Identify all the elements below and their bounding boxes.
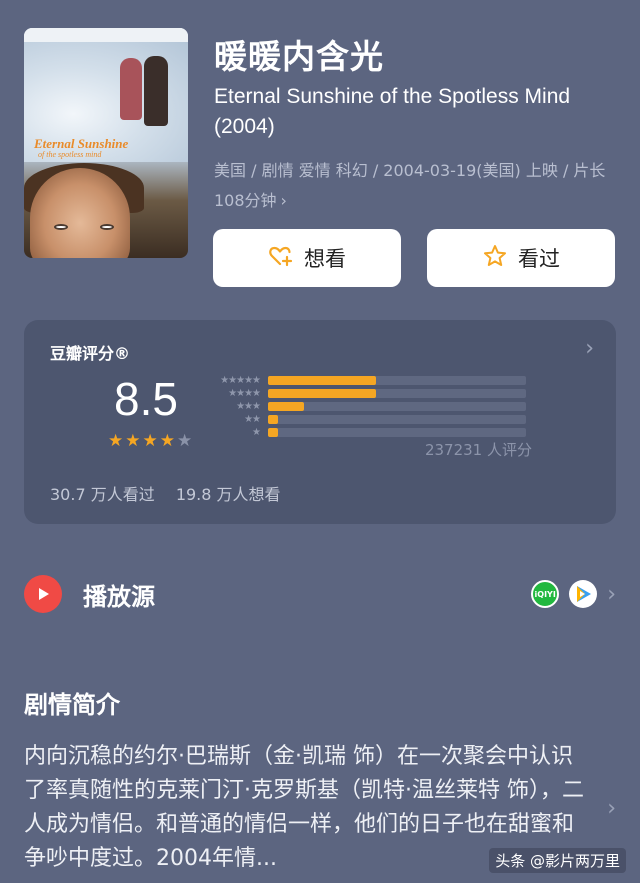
chevron-right-icon[interactable]: › <box>607 796 616 821</box>
play-source-row[interactable]: 播放源 iQIYI › <box>24 572 616 616</box>
rating-bar-track <box>268 376 526 385</box>
chevron-right-icon: › <box>280 191 287 210</box>
poster-subtitle: of the spotless mind <box>38 150 102 159</box>
movie-meta-text: 美国 / 剧情 爱情 科幻 / 2004-03-19(美国) 上映 / 片长10… <box>214 161 606 210</box>
rating-bar-track <box>268 402 526 411</box>
want-to-watch-button[interactable]: 想看 <box>213 229 401 287</box>
rating-row-stars: ★ <box>252 427 261 438</box>
play-sources: iQIYI <box>531 580 598 608</box>
star-icon <box>482 243 508 274</box>
iqiyi-icon[interactable]: iQIYI <box>531 580 560 608</box>
rating-distribution-row: ★ <box>210 426 526 439</box>
rating-row-stars: ★★ <box>244 414 261 425</box>
rating-score: 8.5 <box>114 373 178 425</box>
rating-bar-fill <box>268 376 377 385</box>
rating-distribution-row: ★★★★ <box>210 387 526 400</box>
rating-stats: 30.7 万人看过 19.8 万人想看 <box>50 481 281 505</box>
movie-meta[interactable]: 美国 / 剧情 爱情 科幻 / 2004-03-19(美国) 上映 / 片长10… <box>214 156 624 216</box>
star-filled-icon: ★ <box>159 431 175 451</box>
star-filled-icon: ★ <box>142 431 158 451</box>
play-icon <box>24 575 62 613</box>
rating-distribution-row: ★★★ <box>210 400 526 413</box>
rating-stars: ★ ★ ★ ★ ★ <box>108 431 192 451</box>
poster-face <box>30 168 130 258</box>
star-filled-icon: ★ <box>125 431 141 451</box>
rating-header: 豆瓣评分® <box>50 344 131 363</box>
chevron-right-icon: › <box>607 581 616 607</box>
watched-button[interactable]: 看过 <box>427 229 615 287</box>
watermark: 头条 @影片两万里 <box>489 848 626 873</box>
poster-figure <box>120 58 142 120</box>
rating-row-stars: ★★★ <box>236 401 261 412</box>
chevron-right-icon[interactable]: › <box>585 336 594 361</box>
rating-row-stars: ★★★★★ <box>220 375 261 386</box>
rating-bar-track <box>268 389 526 398</box>
poster-credits-strip <box>24 28 188 42</box>
tencent-video-icon[interactable] <box>569 580 598 608</box>
movie-title-cn: 暖暖内含光 <box>214 37 384 76</box>
star-filled-icon: ★ <box>108 431 124 451</box>
rating-distribution-row: ★★★★★ <box>210 374 526 387</box>
movie-poster[interactable]: Eternal Sunshine of the spotless mind <box>24 28 188 258</box>
rating-bar-fill <box>268 428 279 437</box>
rating-bar-track <box>268 428 526 437</box>
rating-count: 237231 人评分 <box>424 441 532 459</box>
watched-count: 30.7 万人看过 <box>50 485 155 504</box>
wish-count: 19.8 万人想看 <box>175 485 281 504</box>
want-to-watch-label: 想看 <box>304 247 346 271</box>
poster-eyes <box>54 224 114 232</box>
movie-title-en: Eternal Sunshine of the Spotless Mind (2… <box>214 85 571 138</box>
rating-bar-fill <box>268 402 305 411</box>
heart-plus-icon <box>268 243 294 274</box>
rating-card[interactable]: 豆瓣评分® › 8.5 ★ ★ ★ ★ ★ ★★★★★ ★★★★ ★★★ ★★ ★ 23… <box>24 320 616 524</box>
watched-label: 看过 <box>518 247 560 271</box>
play-source-label: 播放源 <box>83 582 155 611</box>
rating-bar-fill <box>268 389 377 398</box>
rating-row-stars: ★★★★ <box>228 388 261 399</box>
rating-bar-track <box>268 415 526 424</box>
synopsis-title: 剧情简介 <box>24 691 120 719</box>
star-empty-icon: ★ <box>177 431 193 451</box>
rating-bar-fill <box>268 415 279 424</box>
rating-distribution: ★★★★★ ★★★★ ★★★ ★★ ★ <box>210 374 526 439</box>
poster-figure <box>144 56 168 126</box>
rating-distribution-row: ★★ <box>210 413 526 426</box>
